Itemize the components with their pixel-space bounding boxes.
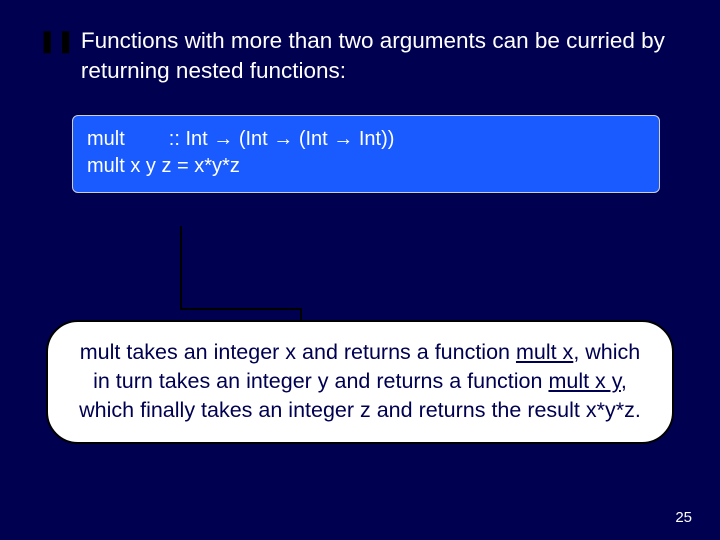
explain-underline-1: mult x	[516, 340, 573, 364]
bullet-icon: ❚❚	[38, 28, 75, 54]
explain-text: mult takes an integer x and returns a fu…	[80, 340, 516, 364]
code-type-sig: :: Int → (Int → (Int → Int))	[169, 128, 395, 150]
bullet-item: ❚❚ Functions with more than two argument…	[38, 26, 682, 85]
explain-underline-2: mult x y	[548, 369, 620, 393]
slide: ❚❚ Functions with more than two argument…	[0, 0, 720, 540]
code-line-2: mult x y z = x*y*z	[87, 153, 645, 180]
explanation-callout: mult takes an integer x and returns a fu…	[46, 320, 674, 444]
page-number: 25	[675, 509, 692, 526]
code-box: mult:: Int → (Int → (Int → Int)) mult x …	[72, 115, 660, 193]
code-line-1: mult:: Int → (Int → (Int → Int))	[87, 126, 645, 153]
callout-connector	[180, 226, 182, 308]
code-ident: mult	[87, 128, 125, 150]
bullet-text: Functions with more than two arguments c…	[81, 26, 682, 85]
callout-connector	[180, 308, 300, 310]
